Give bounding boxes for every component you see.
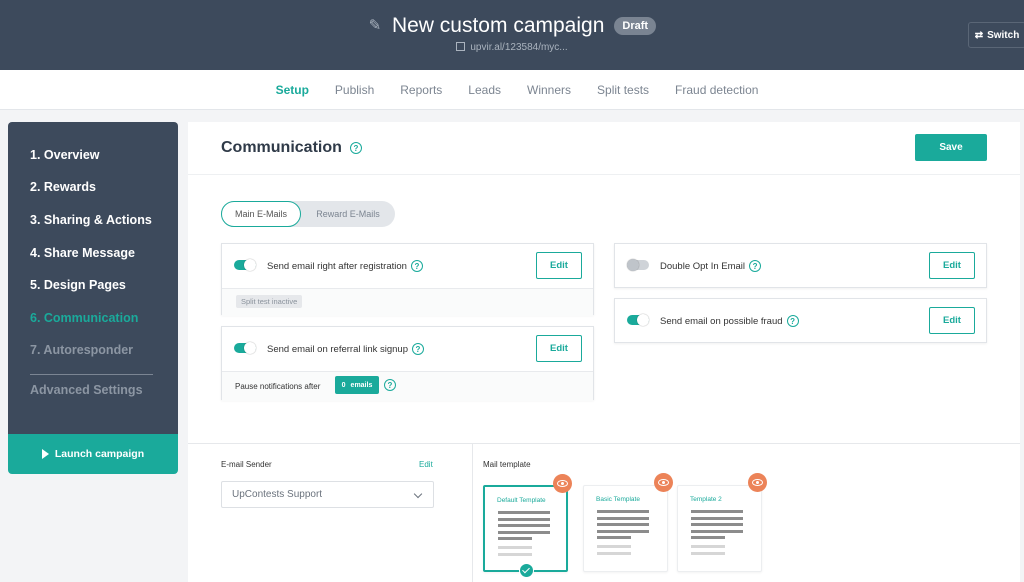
tab-reports[interactable]: Reports	[400, 83, 442, 97]
campaign-url-text[interactable]: upvir.al/123584/myc...	[470, 42, 567, 53]
help-icon[interactable]: ?	[412, 343, 424, 355]
help-icon[interactable]: ?	[786, 315, 799, 327]
registration-edit-button[interactable]: Edit	[536, 252, 582, 279]
preview-eye-icon[interactable]	[748, 473, 767, 492]
sidebar-item-communication[interactable]: 6. Communication	[30, 311, 138, 325]
save-button[interactable]: Save	[915, 134, 987, 161]
email-sender-edit-link[interactable]: Edit	[419, 460, 433, 469]
template-name: Default Template	[497, 497, 546, 504]
main-emails-tab[interactable]: Main E-Mails	[221, 201, 301, 227]
referral-email-toggle[interactable]	[234, 342, 256, 354]
template-preview	[597, 510, 649, 558]
double-opt-in-label: Double Opt In Email ?	[660, 260, 762, 272]
tab-winners[interactable]: Winners	[527, 83, 571, 97]
help-icon[interactable]: ?	[410, 260, 423, 272]
double-opt-in-toggle[interactable]	[627, 259, 649, 271]
campaign-title[interactable]: New custom campaign	[392, 14, 604, 38]
main-panel: Communication ? Save Main E-Mails Reward…	[188, 122, 1020, 582]
double-opt-in-edit-button[interactable]: Edit	[929, 252, 975, 279]
email-type-toggle: Main E-Mails Reward E-Mails	[221, 201, 395, 227]
fraud-email-toggle[interactable]	[627, 314, 649, 326]
switch-button[interactable]: ⇄ Switch	[968, 22, 1024, 48]
help-icon[interactable]: ?	[384, 379, 396, 391]
reward-emails-tab[interactable]: Reward E-Mails	[301, 201, 395, 227]
pause-count-value: 0	[341, 381, 346, 389]
sidebar-item-sharing-actions[interactable]: 3. Sharing & Actions	[30, 213, 152, 227]
template-preview	[691, 510, 743, 558]
tab-publish[interactable]: Publish	[335, 83, 374, 97]
launch-campaign-label: Launch campaign	[54, 448, 145, 460]
launch-campaign-button[interactable]: Launch campaign	[8, 434, 178, 474]
tab-split-tests[interactable]: Split tests	[597, 83, 649, 97]
email-sender-label: E-mail Sender	[221, 460, 272, 469]
section-divider	[188, 443, 1020, 444]
top-bar: ✎ New custom campaign Draft upvir.al/123…	[0, 0, 1024, 70]
tab-fraud-detection[interactable]: Fraud detection	[675, 83, 758, 97]
check-icon	[519, 563, 534, 578]
external-link-icon	[456, 42, 466, 51]
sidebar-item-overview[interactable]: 1. Overview	[30, 148, 100, 162]
email-sender-select[interactable]: UpContests Support	[221, 481, 434, 508]
double-opt-in-card: Double Opt In Email ? Edit	[614, 243, 987, 288]
header-divider	[188, 174, 1020, 175]
status-badge: Draft	[614, 17, 657, 35]
sidebar-divider	[30, 374, 153, 375]
referral-email-text: Send email on referral link signup	[267, 343, 408, 355]
referral-email-label: Send email on referral link signup ?	[267, 343, 424, 355]
referral-edit-button[interactable]: Edit	[536, 335, 582, 362]
sidebar-item-share-message[interactable]: 4. Share Message	[30, 246, 135, 260]
pause-notifications-label: Pause notifications after	[235, 382, 321, 391]
template-card-basic[interactable]: Basic Template	[583, 473, 673, 572]
help-icon[interactable]: ?	[349, 142, 362, 154]
chevron-down-icon	[413, 489, 423, 499]
double-opt-in-text: Double Opt In Email	[660, 260, 746, 272]
mail-template-label: Mail template	[483, 460, 531, 469]
fraud-edit-button[interactable]: Edit	[929, 307, 975, 334]
registration-email-text: Send email right after registration	[267, 260, 407, 272]
column-divider	[472, 443, 473, 582]
email-sender-value: UpContests Support	[232, 489, 323, 500]
pause-count-input[interactable]: 0 emails	[335, 376, 379, 394]
tab-navigation: Setup Publish Reports Leads Winners Spli…	[0, 70, 1024, 110]
template-card-template-2[interactable]: Template 2	[677, 473, 767, 572]
sidebar-item-autoresponder[interactable]: 7. Autoresponder	[30, 343, 133, 357]
fraud-email-card: Send email on possible fraud ? Edit	[614, 298, 987, 343]
registration-email-label: Send email right after registration ?	[267, 260, 423, 272]
fraud-email-text: Send email on possible fraud	[660, 315, 783, 327]
tab-setup[interactable]: Setup	[276, 83, 309, 97]
template-name: Template 2	[690, 496, 722, 503]
split-test-chip: Split test inactive	[236, 295, 303, 308]
switch-label: Switch	[987, 29, 1020, 41]
sidebar-item-advanced-settings[interactable]: Advanced Settings	[30, 383, 143, 397]
sidebar: 1. Overview 2. Rewards 3. Sharing & Acti…	[8, 122, 178, 434]
page-title-text: Communication	[221, 139, 342, 156]
template-preview	[498, 511, 550, 559]
preview-eye-icon[interactable]	[654, 473, 673, 492]
page-title: Communication ?	[221, 139, 362, 157]
sidebar-item-design-pages[interactable]: 5. Design Pages	[30, 278, 126, 292]
sidebar-item-rewards[interactable]: 2. Rewards	[30, 180, 96, 194]
preview-eye-icon[interactable]	[553, 474, 572, 493]
swap-icon: ⇄	[974, 29, 984, 41]
pause-count-unit: emails	[350, 381, 373, 389]
referral-email-card: Send email on referral link signup ? Edi…	[221, 326, 594, 401]
help-icon[interactable]: ?	[749, 260, 762, 272]
template-name: Basic Template	[596, 496, 640, 503]
fraud-email-label: Send email on possible fraud ?	[660, 315, 799, 327]
play-icon	[41, 449, 49, 459]
registration-email-toggle[interactable]	[234, 259, 256, 271]
template-card-default[interactable]: Default Template	[483, 474, 572, 578]
registration-email-card: Send email right after registration ? Ed…	[221, 243, 594, 316]
pencil-icon[interactable]: ✎	[368, 18, 382, 33]
campaign-url[interactable]: upvir.al/123584/myc...	[0, 42, 1024, 53]
tab-leads[interactable]: Leads	[468, 83, 501, 97]
